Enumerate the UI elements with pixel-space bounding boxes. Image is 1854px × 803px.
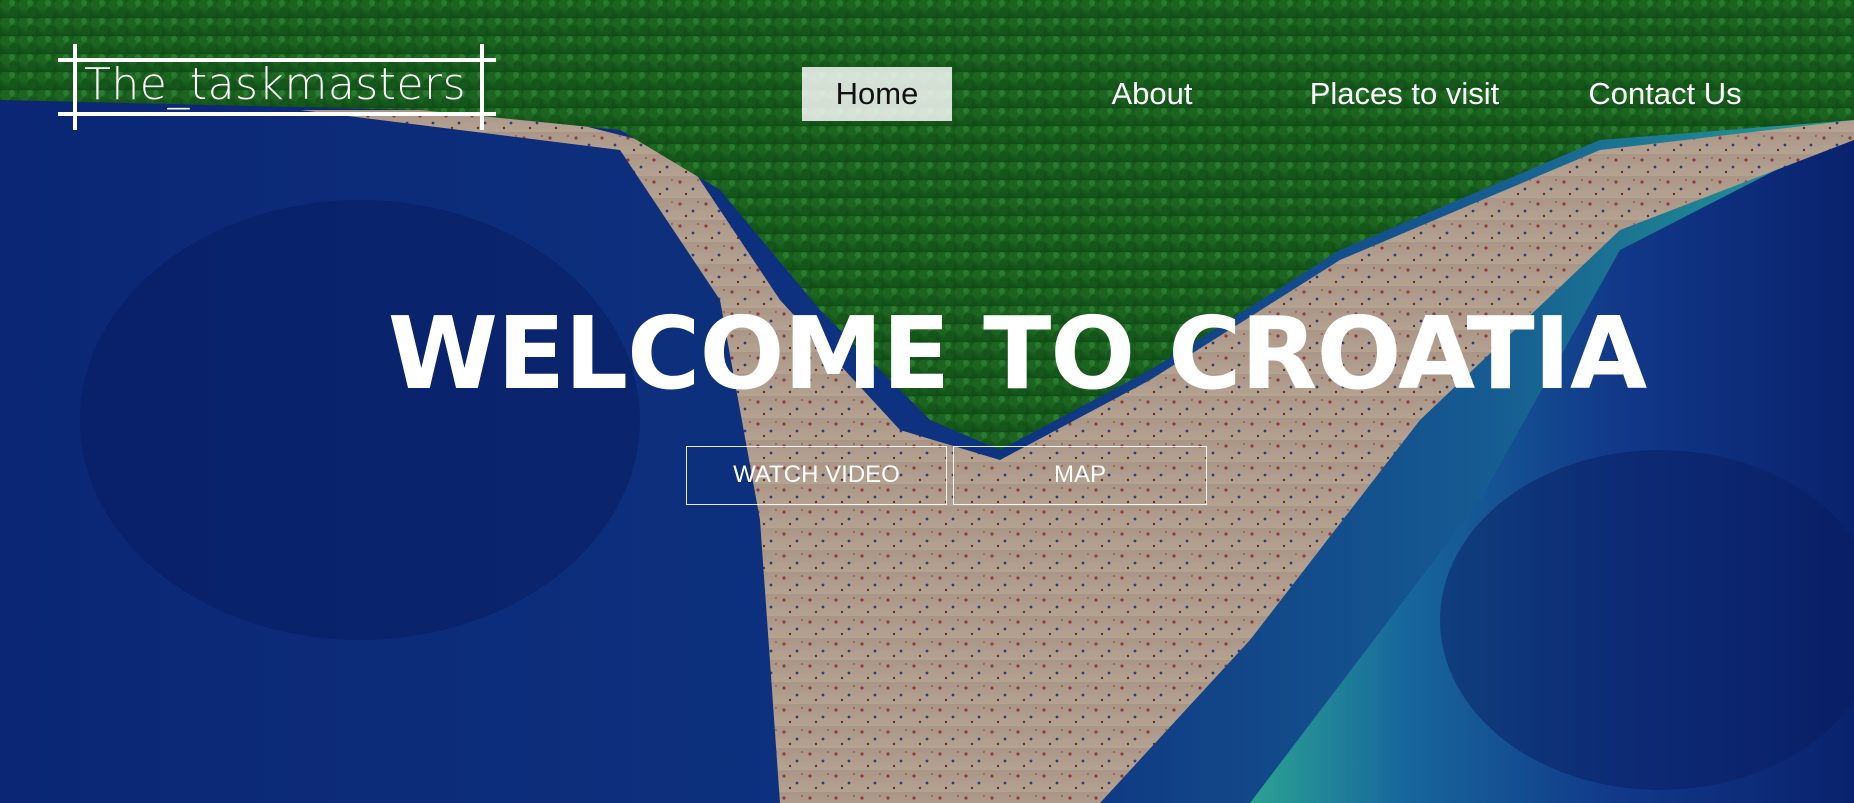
logo-text: The_taskmasters <box>84 59 467 110</box>
watch-video-button[interactable]: WATCH VIDEO <box>686 446 947 505</box>
hero-headline: WELCOME TO CROATIA <box>387 295 1648 412</box>
nav-item-about[interactable]: About <box>1092 67 1212 121</box>
nav-item-places-to-visit[interactable]: Places to visit <box>1302 67 1507 121</box>
hero-section: The_taskmasters Home About Places to vis… <box>0 0 1854 803</box>
logo-frame-line <box>58 112 496 116</box>
logo-frame-line <box>480 44 484 130</box>
nav-item-home[interactable]: Home <box>802 67 952 121</box>
nav-item-contact-us[interactable]: Contact Us <box>1580 67 1750 121</box>
map-button[interactable]: MAP <box>953 446 1207 505</box>
logo-frame-line <box>73 44 77 130</box>
site-logo[interactable]: The_taskmasters <box>58 44 496 130</box>
